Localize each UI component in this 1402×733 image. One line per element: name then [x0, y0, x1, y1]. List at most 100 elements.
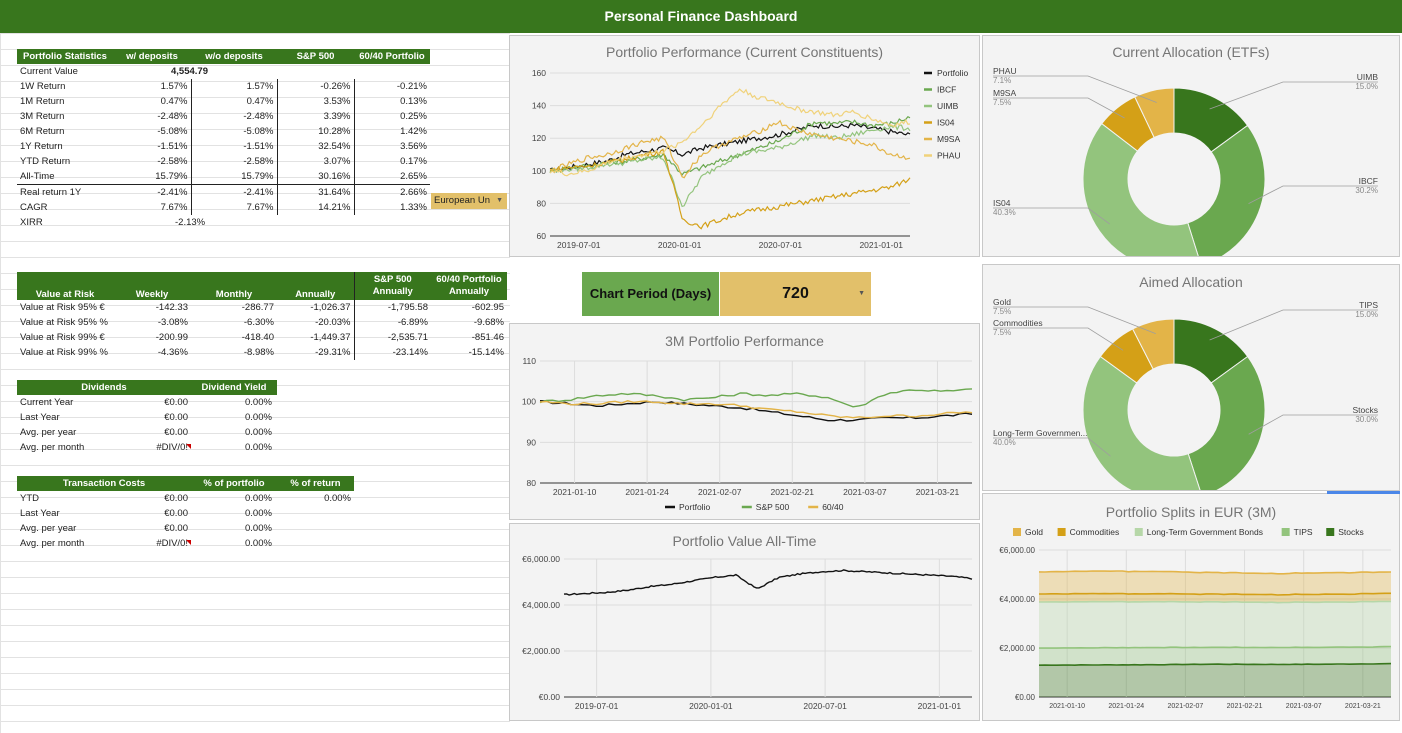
table-cell[interactable]: 0.00% — [191, 440, 277, 455]
table-cell[interactable]: -5.08% — [113, 124, 191, 139]
table-cell[interactable]: 2.65% — [353, 169, 430, 185]
table-cell[interactable]: 7.67% — [113, 200, 191, 215]
row-label[interactable]: Last Year — [17, 506, 113, 521]
table-cell[interactable]: -2,535.71 — [353, 330, 431, 345]
table-cell[interactable]: 2.66% — [353, 184, 430, 200]
inflation-region-select[interactable]: European Un ▼ — [431, 193, 507, 209]
table-cell[interactable]: 3.07% — [276, 154, 354, 169]
row-label[interactable]: YTD Return — [17, 154, 113, 169]
table-cell[interactable]: -3.08% — [113, 315, 191, 330]
table-cell[interactable]: -2.58% — [113, 154, 191, 169]
table-cell[interactable]: -8.98% — [191, 345, 277, 360]
table-cell[interactable]: 1.42% — [353, 124, 430, 139]
row-label[interactable]: Value at Risk 95% € — [17, 300, 113, 315]
table-cell[interactable]: 0.00% — [277, 491, 354, 506]
current-value[interactable]: 4,554.79 — [113, 64, 277, 79]
table-cell[interactable]: 10.28% — [276, 124, 354, 139]
table-cell[interactable]: -9.68% — [431, 315, 507, 330]
table-cell[interactable]: 1.33% — [353, 200, 430, 215]
table-cell[interactable]: -602.95 — [431, 300, 507, 315]
table-cell[interactable]: -15.14% — [431, 345, 507, 360]
row-label[interactable]: Avg. per year — [17, 425, 113, 440]
table-cell[interactable]: -29.31% — [277, 345, 354, 360]
table-cell[interactable]: 0.13% — [353, 94, 430, 109]
row-label[interactable]: YTD — [17, 491, 113, 506]
table-cell[interactable]: -851.46 — [431, 330, 507, 345]
row-label[interactable]: Value at Risk 95% % — [17, 315, 113, 330]
table-cell[interactable]: -1.51% — [190, 139, 277, 154]
row-label[interactable]: 6M Return — [17, 124, 113, 139]
table-cell[interactable]: -2.48% — [113, 109, 191, 124]
row-label[interactable]: Value at Risk 99% € — [17, 330, 113, 345]
table-cell[interactable]: -6.89% — [353, 315, 431, 330]
row-label[interactable]: All-Time — [17, 169, 113, 185]
table-cell[interactable]: 0.25% — [353, 109, 430, 124]
table-cell[interactable]: 31.64% — [276, 184, 354, 200]
table-cell[interactable]: -4.36% — [113, 345, 191, 360]
table-cell[interactable]: 15.79% — [190, 169, 277, 185]
table-cell[interactable]: €0.00 — [113, 491, 191, 506]
row-label[interactable]: Last Year — [17, 410, 113, 425]
table-cell[interactable]: 30.16% — [276, 169, 354, 185]
table-cell[interactable]: 1.57% — [190, 79, 277, 94]
table-cell[interactable]: -5.08% — [190, 124, 277, 139]
table-cell[interactable]: -0.21% — [353, 79, 430, 94]
table-cell[interactable]: -1,449.37 — [277, 330, 354, 345]
table-cell[interactable]: 0.00% — [191, 425, 277, 440]
table-cell[interactable]: -1,026.37 — [277, 300, 354, 315]
row-label[interactable]: CAGR — [17, 200, 113, 215]
table-cell[interactable]: €0.00 — [113, 425, 191, 440]
row-label[interactable]: Avg. per month — [17, 440, 113, 455]
row-label[interactable]: Avg. per year — [17, 521, 113, 536]
row-label[interactable]: Current Value — [17, 64, 113, 79]
table-cell[interactable]: -286.77 — [191, 300, 277, 315]
table-cell[interactable]: 0.00% — [191, 410, 277, 425]
row-label[interactable]: Value at Risk 99% % — [17, 345, 113, 360]
row-label[interactable]: 1M Return — [17, 94, 113, 109]
chart-period-select[interactable]: 720 ▼ — [720, 272, 871, 316]
table-cell[interactable]: 14.21% — [276, 200, 354, 215]
table-cell[interactable]: €0.00 — [113, 521, 191, 536]
table-cell[interactable] — [277, 521, 354, 536]
table-cell[interactable]: 3.39% — [276, 109, 354, 124]
table-cell[interactable]: 1.57% — [113, 79, 191, 94]
table-cell[interactable]: -1,795.58 — [353, 300, 431, 315]
table-cell[interactable]: 3.53% — [276, 94, 354, 109]
table-cell[interactable]: -418.40 — [191, 330, 277, 345]
table-cell[interactable]: #DIV/0! — [113, 440, 191, 455]
table-cell[interactable]: -200.99 — [113, 330, 191, 345]
row-label[interactable]: 1W Return — [17, 79, 113, 94]
table-cell[interactable]: -2.41% — [113, 184, 191, 200]
table-cell[interactable]: 3.56% — [353, 139, 430, 154]
table-cell[interactable]: €0.00 — [113, 410, 191, 425]
table-cell[interactable]: €0.00 — [113, 506, 191, 521]
table-cell[interactable]: -1.51% — [113, 139, 191, 154]
row-label[interactable]: Real return 1Y — [17, 184, 113, 200]
table-cell[interactable] — [277, 536, 354, 551]
table-cell[interactable]: 32.54% — [276, 139, 354, 154]
table-cell[interactable]: -20.03% — [277, 315, 354, 330]
row-label[interactable]: 3M Return — [17, 109, 113, 124]
table-cell[interactable]: €0.00 — [113, 395, 191, 410]
table-cell[interactable]: 0.00% — [191, 506, 277, 521]
row-label[interactable]: Current Year — [17, 395, 113, 410]
row-label[interactable]: XIRR — [17, 215, 113, 230]
table-cell[interactable] — [277, 506, 354, 521]
table-cell[interactable]: 0.47% — [113, 94, 191, 109]
table-cell[interactable]: #DIV/0! — [113, 536, 191, 551]
table-cell[interactable]: 0.00% — [191, 395, 277, 410]
table-cell[interactable]: -23.14% — [353, 345, 431, 360]
table-cell[interactable]: -6.30% — [191, 315, 277, 330]
table-cell[interactable]: -0.26% — [276, 79, 354, 94]
table-cell[interactable]: 7.67% — [190, 200, 277, 215]
table-cell[interactable]: 0.00% — [191, 521, 277, 536]
row-label[interactable]: Avg. per month — [17, 536, 113, 551]
table-cell[interactable]: 15.79% — [113, 169, 191, 185]
table-cell[interactable]: 0.17% — [353, 154, 430, 169]
row-label[interactable]: 1Y Return — [17, 139, 113, 154]
table-cell[interactable]: -2.58% — [190, 154, 277, 169]
table-cell[interactable]: -142.33 — [113, 300, 191, 315]
table-cell[interactable]: 0.00% — [191, 536, 277, 551]
table-cell[interactable]: 0.47% — [190, 94, 277, 109]
table-cell[interactable]: -2.41% — [190, 184, 277, 200]
